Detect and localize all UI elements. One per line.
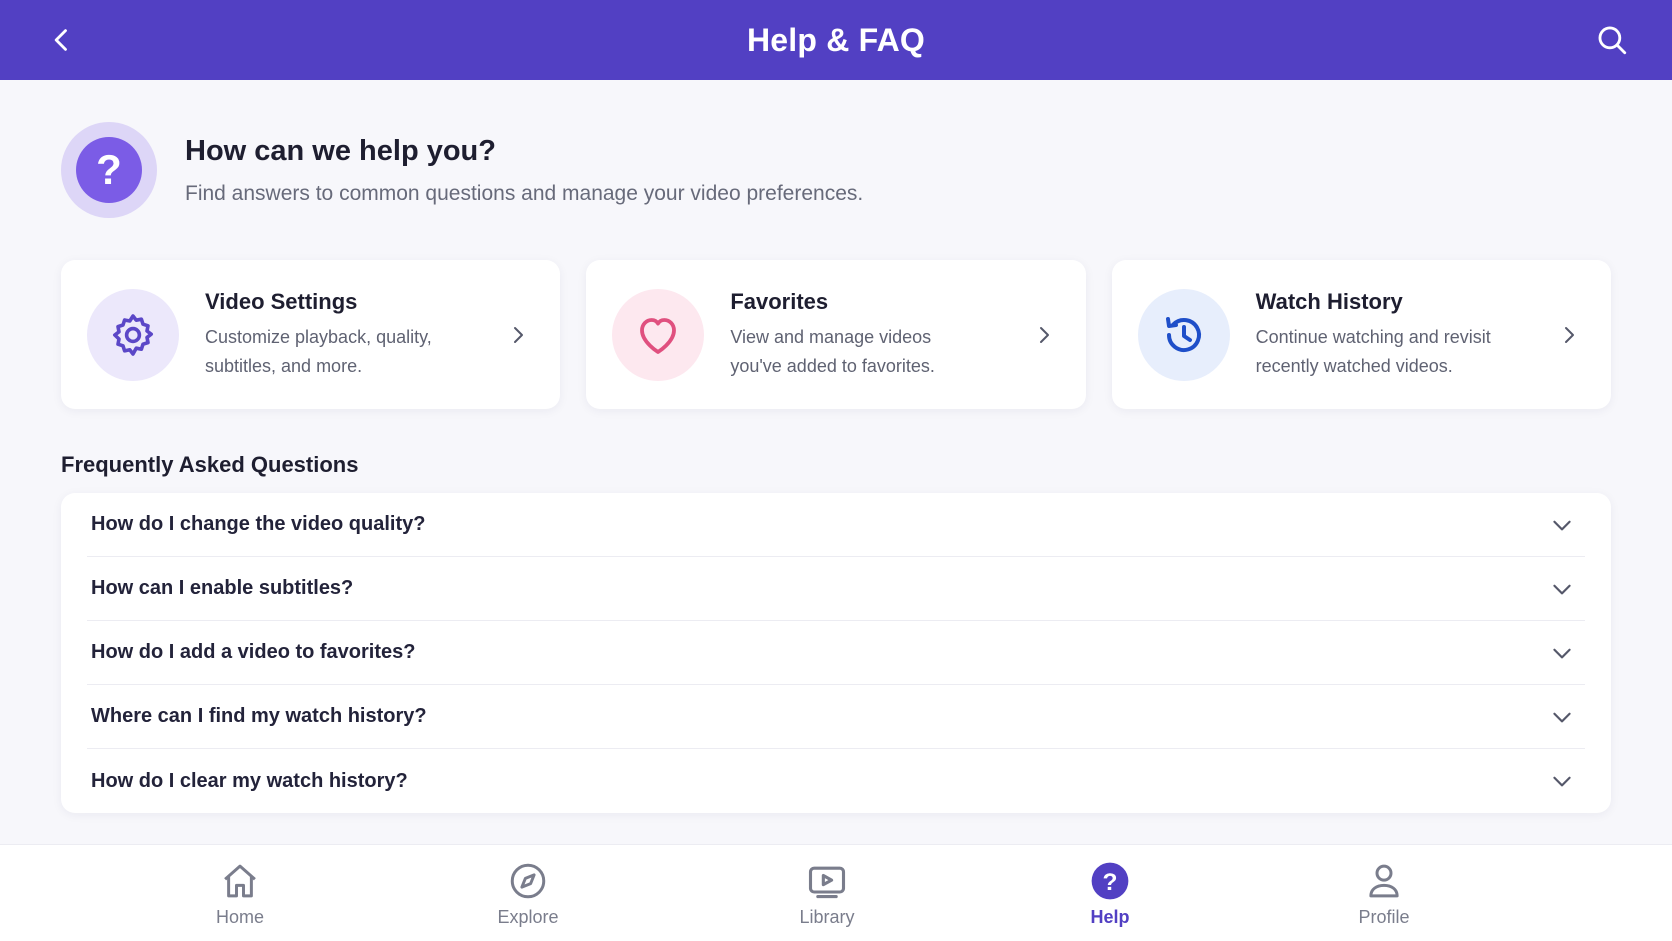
search-button[interactable] <box>1588 16 1636 64</box>
nav-home[interactable]: Home <box>180 859 300 928</box>
nav-profile[interactable]: Profile <box>1324 859 1444 928</box>
faq-question: How do I clear my watch history? <box>91 769 408 792</box>
nav-label: Explore <box>497 907 559 927</box>
page-title: Help & FAQ <box>746 21 925 58</box>
nav-explore[interactable]: Explore <box>468 859 588 928</box>
nav-label: Library <box>799 907 855 927</box>
chevron-down-icon <box>1553 584 1571 594</box>
card-description: View and manage videos you've added to f… <box>730 326 935 376</box>
help-intro: ? How can we help you? Find answers to c… <box>61 122 863 218</box>
card-favorites[interactable]: Favorites View and manage videos you've … <box>586 260 1086 409</box>
nav-help[interactable]: ? Help <box>1050 859 1170 928</box>
card-title: Video Settings <box>205 288 358 314</box>
nav-label: Help <box>1090 907 1130 927</box>
play-icon <box>805 859 849 903</box>
faq-item[interactable]: How do I clear my watch history? <box>87 749 1585 813</box>
faq-list: How do I change the video quality? How c… <box>61 493 1611 813</box>
card-title: Watch History <box>1255 288 1403 314</box>
gear-icon <box>87 288 179 381</box>
faq-question: How can I enable subtitles? <box>91 577 354 599</box>
heart-icon <box>612 288 705 381</box>
card-title: Favorites <box>730 288 829 314</box>
chevron-down-icon <box>1553 648 1571 658</box>
card-description: Customize playback, quality, subtitles, … <box>205 326 432 376</box>
question-icon: ? <box>61 122 157 218</box>
chevron-down-icon <box>1553 776 1571 787</box>
card-video-settings[interactable]: Video Settings Customize playback, quali… <box>61 260 561 409</box>
card-watch-history[interactable]: Watch History Continue watching and revi… <box>1111 260 1611 409</box>
chevron-right-icon <box>1039 326 1049 343</box>
chevron-right-icon <box>514 326 524 343</box>
chevron-down-icon <box>1553 520 1571 530</box>
faq-item[interactable]: How do I change the video quality? <box>87 493 1585 557</box>
nav-label: Profile <box>1358 907 1410 927</box>
user-icon <box>1362 859 1406 903</box>
faq-heading: Frequently Asked Questions <box>61 452 359 477</box>
faq-item[interactable]: Where can I find my watch history? <box>87 685 1585 749</box>
faq-item[interactable]: How can I enable subtitles? <box>87 557 1585 621</box>
faq-question: How do I change the video quality? <box>91 513 426 535</box>
bottom-nav: Home Explore Library ? Help Profile <box>0 844 1672 941</box>
compass-icon <box>506 859 550 903</box>
faq-question: How do I add a video to favorites? <box>91 641 416 663</box>
chevron-right-icon <box>1564 326 1574 343</box>
nav-library[interactable]: Library <box>767 859 887 928</box>
svg-text:?: ? <box>1103 869 1118 896</box>
intro-subtitle: Find answers to common questions and man… <box>185 181 864 205</box>
intro-title: How can we help you? <box>185 134 496 167</box>
question-mark: ? <box>76 137 142 203</box>
faq-question: Where can I find my watch history? <box>91 705 427 727</box>
nav-label: Home <box>215 907 264 927</box>
history-icon <box>1137 288 1230 381</box>
home-icon <box>218 859 262 903</box>
chevron-left-icon <box>54 29 67 51</box>
search-icon <box>1598 26 1627 55</box>
app-header: Help & FAQ <box>0 0 1672 80</box>
faq-item[interactable]: How do I add a video to favorites? <box>87 621 1585 685</box>
back-button[interactable] <box>40 18 84 62</box>
quick-links: Video Settings Customize playback, quali… <box>61 260 1611 409</box>
chevron-down-icon <box>1553 712 1571 722</box>
card-description: Continue watching and revisit recently w… <box>1255 326 1491 376</box>
question-icon: ? <box>1088 859 1132 903</box>
